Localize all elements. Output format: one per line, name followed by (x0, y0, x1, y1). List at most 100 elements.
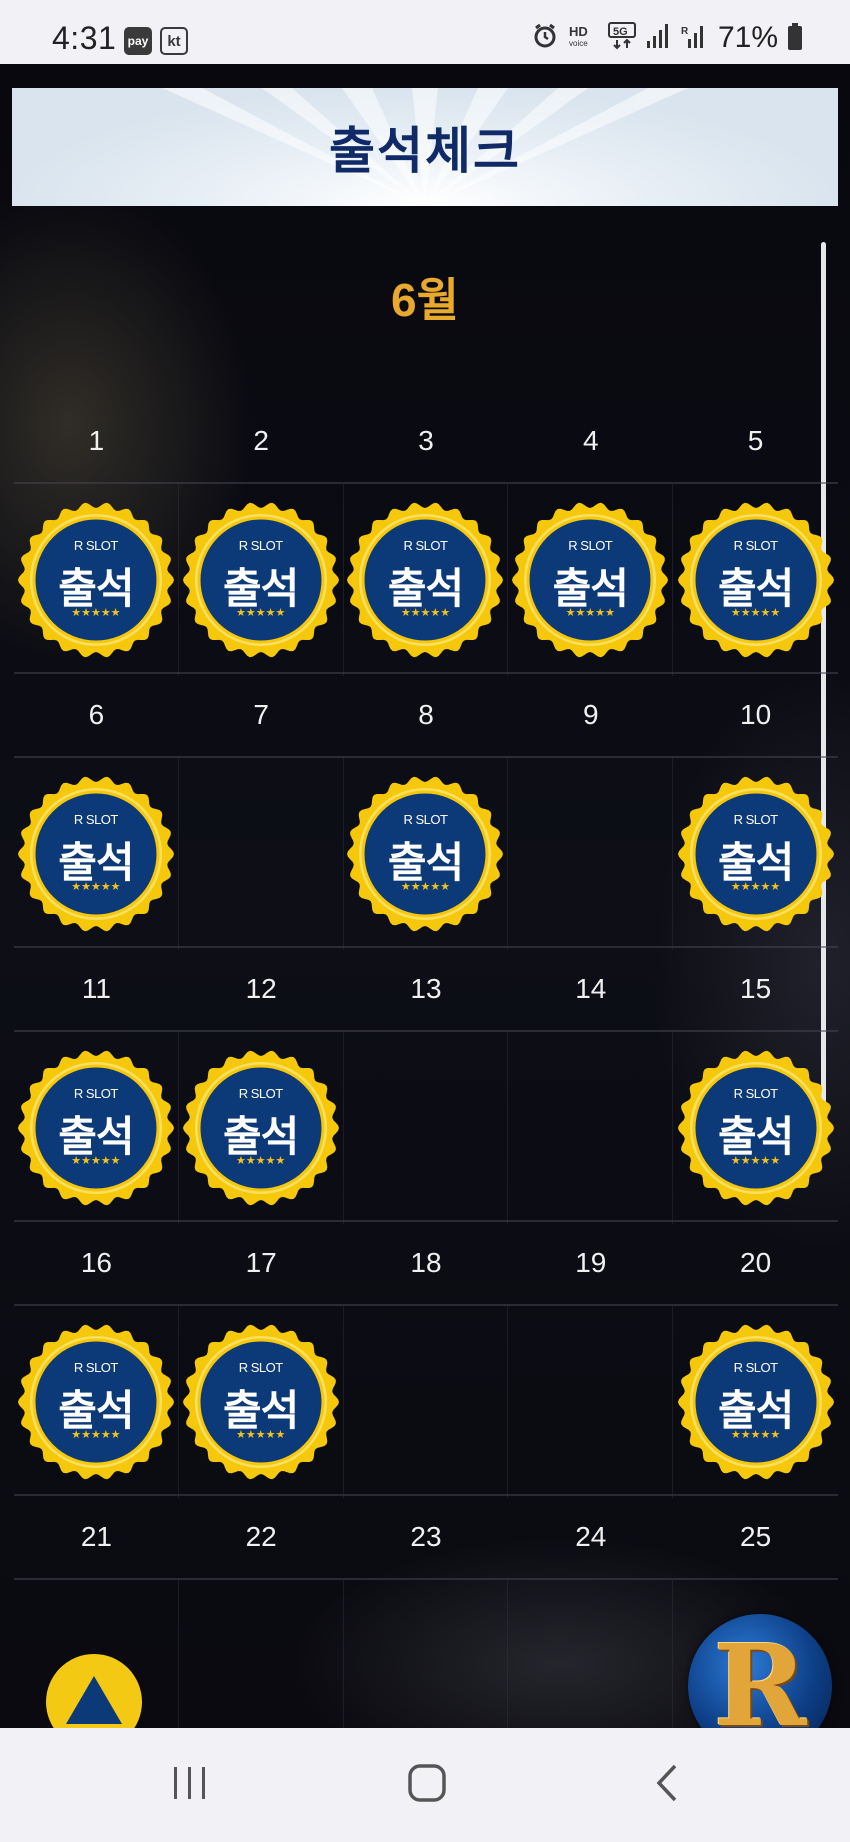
stamp-stars: ★★★★★ (71, 607, 121, 619)
calendar-day-cell[interactable]: R SLOT 출석 ★★★★★ (673, 484, 838, 676)
calendar-day-cell[interactable] (179, 758, 344, 950)
day-number-row: 1 2 3 4 5 (14, 400, 838, 482)
calendar-week: 11 12 13 14 15 R SLOT 출석 ★★★★★ R SLOT 출석… (14, 948, 838, 1224)
calendar-day-cell[interactable]: R SLOT 출석 ★★★★★ (673, 758, 838, 950)
calendar-day-cell[interactable] (344, 1580, 509, 1728)
calendar-day-cell[interactable] (508, 758, 674, 950)
day-number-row: 11 12 13 14 15 (14, 948, 838, 1030)
attendance-stamp-icon: R SLOT 출석 ★★★★★ (16, 1322, 176, 1482)
pay-badge: pay (124, 27, 152, 55)
day-number: 15 (740, 973, 772, 1004)
calendar-week: 12345 R SLOT 출석 ★★★★★ R SLOT 출석 ★★★★★ R … (14, 400, 838, 676)
day-number: 13 (410, 973, 442, 1004)
stamp-brand: R SLOT (238, 1086, 283, 1101)
day-number: 19 (575, 1247, 607, 1278)
day-number: 5 (747, 425, 764, 456)
status-time: 4:31 (52, 20, 117, 56)
carrier-badge: kt (160, 27, 188, 55)
calendar-day-cell[interactable]: R SLOT 출석 ★★★★★ (179, 484, 344, 676)
stamp-row: R SLOT 출석 ★★★★★ R SLOT 출석 ★★★★★ R SLOT 출… (14, 756, 838, 950)
calendar-week: 6 7 8 9 10 R SLOT 출석 ★★★★★ R SLOT 출석 ★★★… (14, 674, 838, 950)
home-button[interactable] (397, 1758, 457, 1812)
attendance-calendar: 12345 R SLOT 출석 ★★★★★ R SLOT 출석 ★★★★★ R … (14, 400, 838, 1728)
calendar-day-cell[interactable] (508, 1580, 674, 1728)
calendar-day-cell[interactable]: R SLOT 출석 ★★★★★ (14, 1306, 179, 1498)
signal-r-icon: R (680, 23, 708, 54)
calendar-day-cell[interactable] (344, 1306, 509, 1498)
calendar-day-cell[interactable]: R SLOT 출석 ★★★★★ (14, 758, 179, 950)
calendar-day-cell[interactable]: R SLOT 출석 ★★★★★ (508, 484, 674, 676)
day-number: 21 (80, 1521, 112, 1552)
stamp-stars: ★★★★★ (400, 607, 451, 619)
calendar-day-cell[interactable]: R SLOT 출석 ★★★★★ (14, 1032, 179, 1224)
calendar-day-cell[interactable] (179, 1580, 344, 1728)
day-number: 24 (575, 1521, 607, 1552)
back-icon (651, 1762, 681, 1809)
day-number: 9 (583, 699, 599, 730)
day-number: 3 (418, 425, 434, 456)
calendar-day-cell[interactable]: R SLOT 출석 ★★★★★ (179, 1306, 344, 1498)
svg-text:voice: voice (569, 39, 588, 48)
day-number: 7 (253, 699, 269, 730)
system-nav-bar (0, 1728, 850, 1842)
month-label: 6월 (391, 274, 459, 326)
stamp-brand: R SLOT (238, 1360, 283, 1375)
svg-text:5G: 5G (613, 26, 628, 38)
calendar-week: 16 17 18 19 20 R SLOT 출석 ★★★★★ R SLOT 출석… (14, 1222, 838, 1498)
stamp-stars: ★★★★★ (565, 607, 615, 619)
calendar-day-cell[interactable] (508, 1306, 674, 1498)
attendance-stamp-icon: R SLOT 출석 ★★★★★ (676, 774, 836, 934)
attendance-stamp-icon: R SLOT 출석 ★★★★★ (345, 774, 505, 934)
attendance-stamp-icon: R SLOT 출석 ★★★★★ (676, 500, 836, 660)
day-number: 11 (81, 973, 111, 1004)
day-number: 14 (575, 973, 607, 1004)
attendance-stamp-icon: R SLOT 출석 ★★★★★ (181, 500, 341, 660)
stamp-brand: R SLOT (73, 812, 118, 827)
calendar-day-cell[interactable]: R SLOT 출석 ★★★★★ (344, 758, 509, 950)
calendar-day-cell[interactable]: R SLOT 출석 ★★★★★ (673, 1032, 838, 1224)
day-number: 17 (245, 1247, 277, 1278)
stamp-brand: R SLOT (733, 538, 778, 553)
stamp-brand: R SLOT (733, 812, 778, 827)
attendance-stamp-icon: R SLOT 출석 ★★★★★ (510, 500, 670, 660)
calendar-day-cell[interactable] (508, 1032, 674, 1224)
status-icons: HD voice 5G R 71% (532, 21, 802, 54)
stamp-stars: ★★★★★ (400, 881, 451, 893)
stamp-brand: R SLOT (403, 538, 448, 553)
recents-button[interactable] (160, 1758, 220, 1812)
stamp-stars: ★★★★★ (236, 1429, 286, 1441)
stamp-stars: ★★★★★ (71, 881, 121, 893)
attendance-stamp-icon: R SLOT 출석 ★★★★★ (16, 774, 176, 934)
day-number: 1 (88, 425, 105, 456)
calendar-day-cell[interactable]: R SLOT 출석 ★★★★★ (179, 1032, 344, 1224)
battery-percent: 71% (717, 21, 778, 54)
svg-text:HD: HD (569, 24, 588, 39)
header-banner: 출석체크 (12, 88, 838, 206)
logo-letter: R (713, 1620, 807, 1729)
day-number: 20 (740, 1247, 772, 1278)
day-number-row: 21 22 23 24 25 (14, 1496, 838, 1578)
attendance-stamp-icon: R SLOT 출석 ★★★★★ (16, 500, 176, 660)
attendance-stamp-icon: R SLOT 출석 ★★★★★ (181, 1048, 341, 1208)
calendar-day-cell[interactable]: R SLOT 출석 ★★★★★ (673, 1306, 838, 1498)
stamp-row: R SLOT 출석 ★★★★★ R SLOT 출석 ★★★★★ R SLOT 출… (14, 1030, 838, 1224)
calendar-day-cell[interactable]: R SLOT 출석 ★★★★★ (14, 484, 179, 676)
calendar-day-cell[interactable]: R SLOT 출석 ★★★★★ (344, 484, 509, 676)
stamp-stars: ★★★★★ (71, 1429, 121, 1441)
recents-icon (170, 1763, 210, 1808)
stamp-brand: R SLOT (403, 812, 448, 827)
day-number: 22 (245, 1521, 277, 1552)
day-number: 23 (410, 1521, 442, 1552)
stamp-stars: ★★★★★ (236, 607, 286, 619)
alarm-icon (532, 23, 558, 54)
day-number: 2 (253, 425, 269, 456)
attendance-stamp-icon: R SLOT 출석 ★★★★★ (345, 500, 505, 660)
back-button[interactable] (636, 1758, 696, 1812)
stamp-row: R SLOT 출석 ★★★★★ R SLOT 출석 ★★★★★ R SLOT 출… (14, 482, 838, 676)
stamp-brand: R SLOT (73, 1086, 118, 1101)
signal-icon (646, 23, 670, 54)
stamp-stars: ★★★★★ (730, 881, 781, 893)
day-number: 10 (740, 699, 772, 730)
calendar-day-cell[interactable] (344, 1032, 509, 1224)
status-bar: 4:31 pay kt HD voice 5G R 71% (0, 0, 850, 64)
